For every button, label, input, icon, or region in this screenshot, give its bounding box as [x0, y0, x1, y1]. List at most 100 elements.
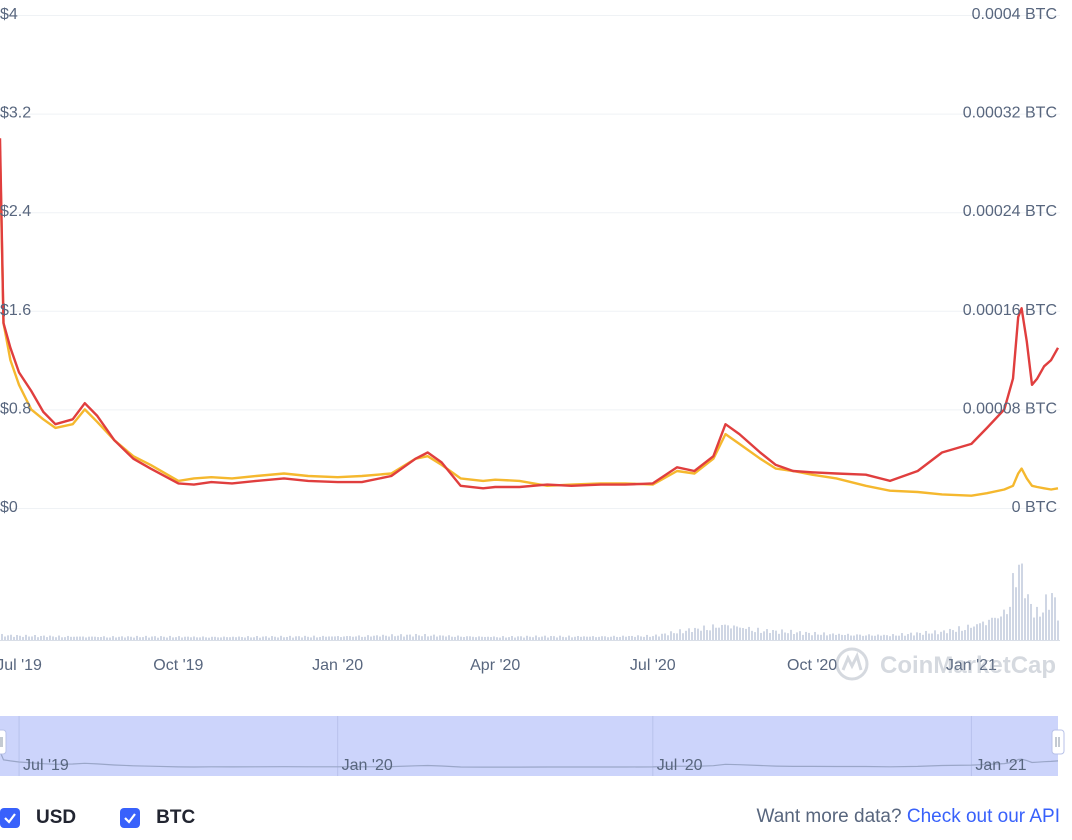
volume-bar: [859, 634, 861, 640]
checkbox-checked-icon[interactable]: [120, 808, 141, 828]
volume-bar: [121, 636, 123, 640]
volume-bar: [1030, 603, 1032, 640]
x-tick-label: Oct '19: [153, 657, 203, 674]
volume-bar: [850, 635, 852, 640]
volume-bar: [391, 634, 393, 640]
volume-bar: [1024, 598, 1026, 640]
volume-bar: [1027, 594, 1029, 640]
volume-bar: [163, 636, 165, 640]
volume-bar: [367, 635, 369, 640]
volume-bar: [16, 635, 18, 640]
volume-bar: [448, 635, 450, 640]
volume-bar: [805, 631, 807, 640]
volume-bar: [985, 625, 987, 640]
volume-bar: [691, 632, 693, 640]
volume-bar: [925, 630, 927, 640]
volume-bar: [742, 628, 744, 640]
volume-bar: [808, 632, 810, 640]
volume-bar: [373, 635, 375, 640]
volume-bar: [463, 637, 465, 640]
volume-bar: [769, 633, 771, 640]
volume-bar: [328, 636, 330, 640]
volume-bar: [136, 635, 138, 640]
volume-bar: [715, 627, 717, 640]
volume-bar: [1015, 587, 1017, 640]
volume-bar: [346, 636, 348, 640]
volume-bar: [286, 636, 288, 640]
volume-bar: [298, 636, 300, 640]
volume-bar: [199, 637, 201, 640]
volume-bar: [1048, 609, 1050, 640]
volume-bar: [508, 637, 510, 640]
volume-bar: [169, 635, 171, 640]
volume-bar: [559, 635, 561, 640]
volume-bar: [376, 635, 378, 640]
volume-bar: [409, 634, 411, 640]
volume-bar: [94, 636, 96, 640]
volume-bar: [952, 630, 954, 640]
volume-bar: [622, 635, 624, 640]
volume-bar: [964, 630, 966, 640]
volume-bar: [757, 627, 759, 640]
volume-bar: [901, 633, 903, 640]
volume-bar: [673, 633, 675, 640]
volume-bar: [1045, 594, 1047, 640]
volume-bar: [595, 637, 597, 640]
volume-bar: [1012, 573, 1014, 640]
volume-bar: [1009, 606, 1011, 640]
volume-bar: [208, 637, 210, 640]
volume-bar: [709, 630, 711, 640]
volume-bar: [256, 636, 258, 640]
checkbox-checked-icon[interactable]: [0, 808, 20, 828]
volume-bar: [514, 637, 516, 640]
volume-bar: [955, 631, 957, 640]
volume-bar: [652, 636, 654, 640]
volume-bar: [229, 637, 231, 640]
navigator-tick-label: Jan '20: [342, 757, 393, 774]
volume-bar: [568, 635, 570, 640]
volume-bar: [979, 623, 981, 640]
volume-bar: [799, 631, 801, 640]
volume-bar: [430, 635, 432, 640]
volume-bar: [13, 636, 15, 640]
volume-bar: [103, 636, 105, 640]
volume-bar: [406, 634, 408, 640]
volume-bar: [694, 627, 696, 640]
volume-bar: [205, 637, 207, 640]
volume-bar: [520, 636, 522, 640]
y-tick-label-right: 0.00024 BTC: [963, 203, 1057, 220]
volume-bar: [1057, 620, 1059, 640]
api-link[interactable]: Check out our API: [907, 806, 1060, 827]
legend-item-btc[interactable]: BTC: [120, 807, 195, 829]
volume-bar: [700, 630, 702, 640]
volume-bar: [907, 634, 909, 640]
navigator-handle-right[interactable]: [1051, 729, 1065, 755]
volume-bar: [550, 636, 552, 640]
volume-bar: [649, 636, 651, 640]
volume-bar: [100, 637, 102, 640]
volume-bar: [157, 637, 159, 640]
volume-bar: [340, 637, 342, 640]
volume-bar: [919, 632, 921, 640]
legend-item-usd[interactable]: USD: [0, 807, 76, 829]
volume-bar: [397, 635, 399, 640]
y-tick-label-left: $1.6: [0, 302, 31, 319]
volume-bar: [28, 636, 30, 640]
volume-bar: [97, 637, 99, 640]
volume-bar: [781, 629, 783, 640]
volume-bar: [844, 635, 846, 640]
range-navigator[interactable]: Jul '19 Jan '20 Jul '20 Jan '21: [0, 716, 1065, 776]
volume-bar: [145, 635, 147, 640]
volume-bar: [541, 636, 543, 640]
volume-bar: [643, 636, 645, 640]
volume-bar: [1, 633, 3, 640]
volume-bar: [484, 636, 486, 640]
volume-bar: [760, 632, 762, 640]
volume-bar: [124, 637, 126, 640]
volume-bar: [46, 637, 48, 640]
volume-bar: [763, 631, 765, 640]
volume-bar: [811, 635, 813, 640]
volume-bar: [418, 635, 420, 640]
volume-bar: [703, 625, 705, 640]
navigator-handle-left[interactable]: [0, 729, 7, 755]
